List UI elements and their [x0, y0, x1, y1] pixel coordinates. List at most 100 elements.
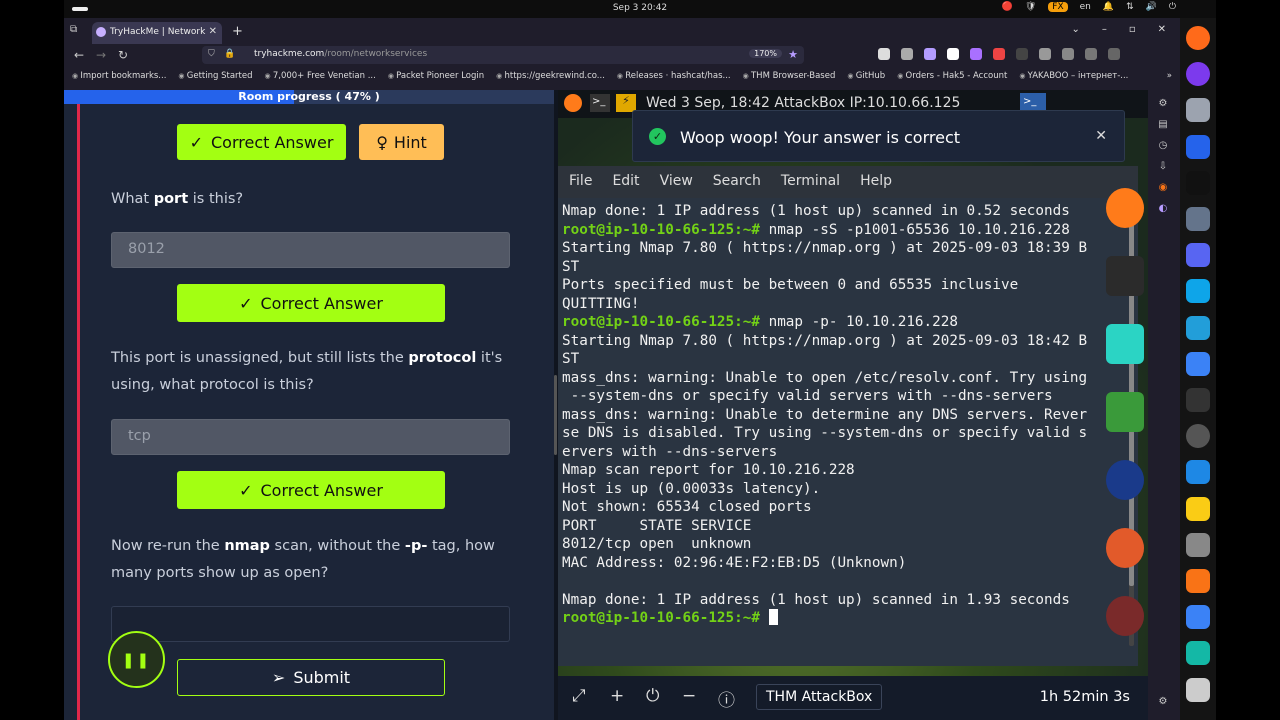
system-tray[interactable]: 🔴 🛡 FX en 🔔 ⇅ 🔊 ⏻: [1002, 2, 1176, 12]
attackbox-dock-app-icon[interactable]: [1106, 460, 1144, 500]
tray-fx-badge[interactable]: FX: [1048, 2, 1068, 12]
bookmark-item[interactable]: YAKABOO – інтернет-...: [1019, 71, 1129, 88]
extension-icon[interactable]: [993, 48, 1005, 60]
downloads-icon[interactable]: ⇩: [1157, 161, 1169, 173]
keyboard-layout[interactable]: en: [1080, 2, 1091, 12]
correct-answer-button-1[interactable]: ✓ Correct Answer: [177, 124, 346, 160]
os-dock-app-icon[interactable]: [1186, 532, 1210, 557]
terminal-menu-item[interactable]: Edit: [612, 173, 639, 198]
os-dock-app-icon[interactable]: [1186, 496, 1210, 521]
tray-record-icon[interactable]: 🔴: [1002, 2, 1013, 12]
extension-icon[interactable]: [901, 48, 913, 60]
close-icon[interactable]: ✕: [1095, 128, 1107, 144]
os-dock-app-icon[interactable]: [1186, 351, 1210, 376]
add-time-icon[interactable]: +: [610, 686, 624, 706]
terminal-menu-item[interactable]: Search: [713, 173, 761, 198]
bookmark-item[interactable]: 7,000+ Free Venetian ...: [264, 71, 376, 88]
zoom-level[interactable]: 170%: [749, 49, 782, 58]
back-arrow-icon[interactable]: ←: [74, 48, 84, 62]
hint-button[interactable]: ♀ Hint: [359, 124, 444, 160]
split-grip[interactable]: [554, 375, 557, 455]
history-icon[interactable]: ◷: [1157, 140, 1169, 152]
bookmark-item[interactable]: GitHub: [847, 71, 885, 88]
answer-input-open-ports[interactable]: [111, 606, 510, 642]
os-dock-app-icon[interactable]: [1186, 134, 1210, 159]
new-tab-button[interactable]: +: [232, 24, 243, 39]
extension-icon[interactable]: [947, 48, 959, 60]
url-bar[interactable]: ⛉ 🔒 tryhackme.com/room/networkservices 1…: [202, 46, 804, 64]
bell-icon[interactable]: 🔔: [1103, 2, 1114, 12]
firefox-icon[interactable]: [564, 94, 582, 112]
fullscreen-icon[interactable]: ⤢: [572, 686, 586, 706]
info-icon[interactable]: ⓘ: [718, 686, 735, 711]
forward-arrow-icon[interactable]: →: [96, 48, 106, 62]
minus-icon[interactable]: −: [682, 686, 696, 706]
list-tabs-button[interactable]: ⌄: [1071, 24, 1079, 35]
os-dock-app-icon[interactable]: [1186, 170, 1210, 195]
bookmark-item[interactable]: https://geekrewind.co...: [496, 71, 605, 88]
minimize-button[interactable]: –: [1102, 24, 1107, 35]
extension-icon[interactable]: [1108, 48, 1120, 60]
os-dock-app-icon[interactable]: [1186, 460, 1210, 485]
extension-icon[interactable]: [1039, 48, 1051, 60]
os-dock-app-icon[interactable]: [1186, 605, 1210, 630]
tab-close-icon[interactable]: ✕: [209, 26, 217, 37]
terminal-menu-item[interactable]: View: [660, 173, 693, 198]
submit-button[interactable]: ➢ Submit: [177, 659, 445, 696]
extension-icon[interactable]: [924, 48, 936, 60]
bookmark-star-icon[interactable]: ★: [788, 48, 798, 61]
os-dock-app-icon[interactable]: [1186, 424, 1210, 449]
tab-overview-icon[interactable]: ⧉: [70, 24, 82, 36]
os-dock-app-icon[interactable]: [1186, 243, 1210, 268]
volume-icon[interactable]: 🔊: [1146, 2, 1157, 12]
extension-icon[interactable]: [1085, 48, 1097, 60]
bookmark-item[interactable]: Orders - Hak5 - Account: [897, 71, 1008, 88]
attackbox-dock-app-icon[interactable]: [1106, 324, 1144, 364]
maximize-button[interactable]: ▫: [1129, 24, 1136, 35]
bookmark-item[interactable]: Packet Pioneer Login: [388, 71, 484, 88]
extension-icon[interactable]: [970, 48, 982, 60]
bookmark-item[interactable]: Releases · hashcat/has...: [617, 71, 730, 88]
extension-icon[interactable]: [1016, 48, 1028, 60]
os-dock-app-icon[interactable]: [1186, 388, 1210, 412]
attackbox-dock-app-icon[interactable]: [1106, 256, 1144, 296]
extension-icon[interactable]: [1062, 48, 1074, 60]
tab-tryhackme[interactable]: TryHackMe | Network ✕: [92, 22, 222, 44]
attackbox-dock-app-icon[interactable]: [1106, 188, 1144, 228]
os-dock-app-icon[interactable]: [1186, 279, 1210, 304]
os-dock-app-icon[interactable]: [1186, 677, 1210, 702]
power-icon[interactable]: ⏻: [1169, 2, 1176, 12]
power-icon[interactable]: ⏻: [646, 686, 659, 706]
attackbox-dock-app-icon[interactable]: [1106, 392, 1144, 432]
os-dock-app-icon[interactable]: [1186, 569, 1210, 593]
bookmarks-overflow-icon[interactable]: »: [1167, 71, 1172, 81]
tracking-shield-icon[interactable]: ⛉: [208, 49, 215, 59]
terminal-icon[interactable]: >_: [590, 94, 610, 112]
sidebar-settings-icon[interactable]: ⚙: [1157, 696, 1169, 708]
vpn-icon[interactable]: ◐: [1157, 203, 1169, 215]
terminal-menu-item[interactable]: File: [569, 173, 592, 198]
bookmark-item[interactable]: Getting Started: [178, 71, 253, 88]
terminal-window[interactable]: File Edit View Search Terminal Help Nmap done…: [558, 166, 1138, 666]
correct-answer-button-3[interactable]: ✓ Correct Answer: [177, 471, 445, 509]
os-dock-app-icon[interactable]: [1186, 98, 1210, 123]
os-dock-app-icon[interactable]: [1186, 26, 1210, 50]
pause-icon[interactable]: ❚❚: [108, 631, 165, 688]
os-dock-app-icon[interactable]: [1186, 207, 1210, 231]
attackbox-dock-app-icon[interactable]: [1106, 596, 1144, 636]
extension-icon[interactable]: [878, 48, 890, 60]
close-window-button[interactable]: ✕: [1158, 24, 1166, 35]
network-icon[interactable]: ⇅: [1126, 2, 1134, 12]
os-dock-app-icon[interactable]: [1186, 62, 1210, 87]
terminal-output[interactable]: Nmap done: 1 IP address (1 host up) scan…: [562, 202, 1128, 662]
attackbox-dock-app-icon[interactable]: [1106, 528, 1144, 568]
answer-input-protocol[interactable]: tcp: [111, 419, 510, 455]
bookmark-item[interactable]: Import bookmarks...: [72, 71, 166, 88]
terminal-menu-item[interactable]: Terminal: [781, 173, 840, 198]
reload-icon[interactable]: ↻: [118, 48, 128, 62]
reader-icon[interactable]: ▤: [1157, 119, 1169, 131]
os-dock-app-icon[interactable]: [1186, 315, 1210, 340]
extension-icon[interactable]: ◉: [1157, 182, 1169, 194]
bookmark-item[interactable]: THM Browser-Based: [743, 71, 835, 88]
terminal-menu-item[interactable]: Help: [860, 173, 892, 198]
